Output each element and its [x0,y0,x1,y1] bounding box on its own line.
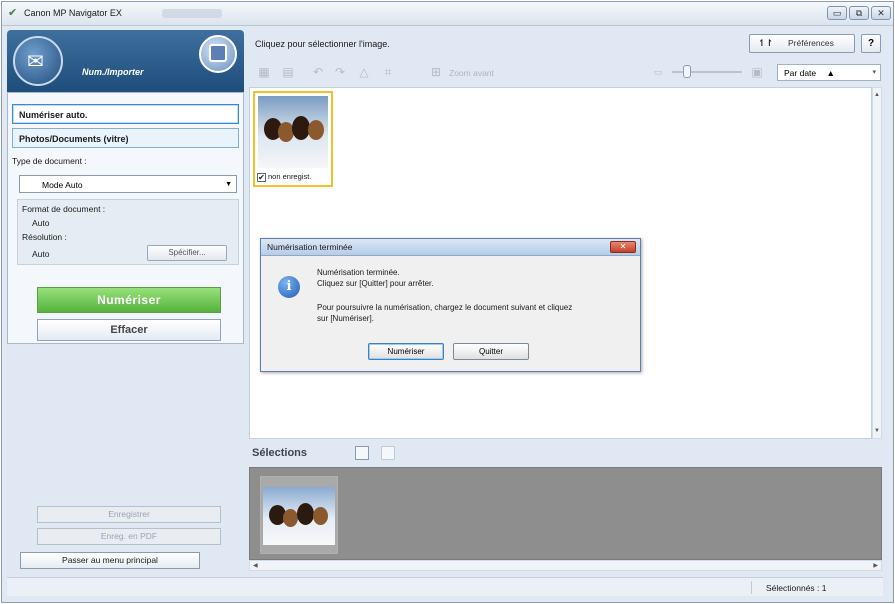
resolution-value: Auto [32,249,50,259]
correct-image-icon[interactable]: △ [357,65,371,79]
format-label: Format de document : [22,204,106,214]
scanner-icon: ✉ [13,36,63,86]
scroll-down-icon[interactable]: ▼ [874,428,880,434]
sort-value: Par date [784,68,817,78]
window-title: Canon MP Navigator EX [24,8,122,18]
clear-button[interactable]: Effacer [37,319,221,341]
thumbnail-size-slider-handle[interactable] [683,65,691,78]
minimize-button[interactable]: ▭ [827,6,847,20]
format-value: Auto [32,218,50,228]
app-logo-icon: ✔ [8,7,18,19]
dialog-scan-button[interactable]: Numériser [368,343,444,360]
doc-type-value: Mode Auto [42,180,83,190]
info-icon: i [278,276,300,298]
save-button[interactable]: Enregistrer [37,506,221,523]
mode-title: Num./Importer [82,67,144,77]
rotate-left-icon[interactable]: ↶ [311,65,325,79]
selected-thumbnail[interactable] [260,476,338,554]
title-bar: ✔ Canon MP Navigator EX ▭ ⧉ ✕ [2,2,893,26]
dialog-close-button[interactable]: ✕ [610,241,636,253]
scanned-image [258,96,328,168]
dialog-message-line3: Pour poursuivre la numérisation, chargez… [317,303,573,312]
scan-complete-dialog: Numérisation terminée ✕ i Numérisation t… [260,238,641,372]
thumbnail-checkbox[interactable]: ✔ [257,172,266,182]
rotate-right-icon[interactable]: ↷ [333,65,347,79]
zoom-in-icon[interactable]: ⊞ [429,65,443,79]
status-divider [751,581,752,594]
dialog-message-line2: Cliquez sur [Quitter] pour arrêter. [317,279,434,288]
maximize-button[interactable]: ⧉ [849,6,869,20]
viewer-vertical-scrollbar[interactable]: ▲ ▼ [872,87,882,439]
thumbnail-caption: ✔ non enregist. [257,172,312,182]
dialog-quit-button[interactable]: Quitter [453,343,529,360]
select-all-grid-icon[interactable] [355,446,369,460]
scan-button[interactable]: Numériser [37,287,221,313]
scroll-left-icon[interactable]: ◀ [253,562,258,569]
dialog-message-line4: sur [Numériser]. [317,314,374,323]
select-all-icon[interactable]: ▦ [257,65,271,79]
tray-horizontal-scrollbar[interactable]: ◀ ▶ [249,560,882,571]
photos-documents-button[interactable]: Photos/Documents (vitre) [12,128,239,148]
sort-direction-icon: ▲ [826,68,835,78]
dropdown-arrow-icon: ▼ [225,181,232,188]
dialog-message-line1: Numérisation terminée. [317,268,400,277]
main-menu-icon[interactable] [199,35,237,73]
deselect-grid-icon[interactable] [381,446,395,460]
resolution-label: Résolution : [22,232,67,242]
mode-header: ✉ Num./Importer [7,30,244,92]
doc-type-label: Type de document : [12,156,87,166]
small-thumbnail-icon: ▭ [653,67,663,77]
doc-type-select[interactable]: Mode Auto ▼ [19,175,237,193]
selection-tray [249,467,882,560]
dialog-title: Numérisation terminée [261,239,640,256]
large-thumbnail-icon: ▣ [751,65,763,79]
save-pdf-button[interactable]: Enreg. en PDF [37,528,221,545]
specify-button[interactable]: Spécifier... [147,245,227,261]
zoom-in-label[interactable]: Zoom avant [449,68,494,78]
chevron-down-icon: ▾ [872,69,876,76]
crop-icon[interactable]: ⌗ [381,65,395,79]
sort-select[interactable]: Par date ▲ ▾ [777,64,881,81]
scanned-thumbnail[interactable]: ✔ non enregist. [253,91,333,187]
scroll-up-icon[interactable]: ▲ [874,92,880,98]
selected-image [263,487,335,545]
help-button[interactable]: ? [861,34,881,53]
deselect-icon[interactable]: ▤ [281,65,295,79]
preferences-button[interactable]: ↿↾ Préférences [749,34,855,53]
preferences-icon: ↿↾ [758,38,774,48]
main-menu-button[interactable]: Passer au menu principal [20,552,200,569]
close-button[interactable]: ✕ [871,6,891,20]
title-blurred-text [162,9,222,18]
selection-hint: Cliquez pour sélectionner l'image. [255,39,390,49]
status-bar: Sélectionnés : 1 [7,577,883,596]
scroll-right-icon[interactable]: ▶ [873,562,878,569]
selections-bar: Sélections [249,440,882,467]
selections-title: Sélections [252,447,308,459]
auto-scan-button[interactable]: Numériser auto. [12,104,239,124]
selected-count: Sélectionnés : 1 [766,583,827,593]
preferences-label: Préférences [788,38,834,48]
left-panel: ✉ Num./Importer Numériser auto. Photos/D… [7,30,244,576]
